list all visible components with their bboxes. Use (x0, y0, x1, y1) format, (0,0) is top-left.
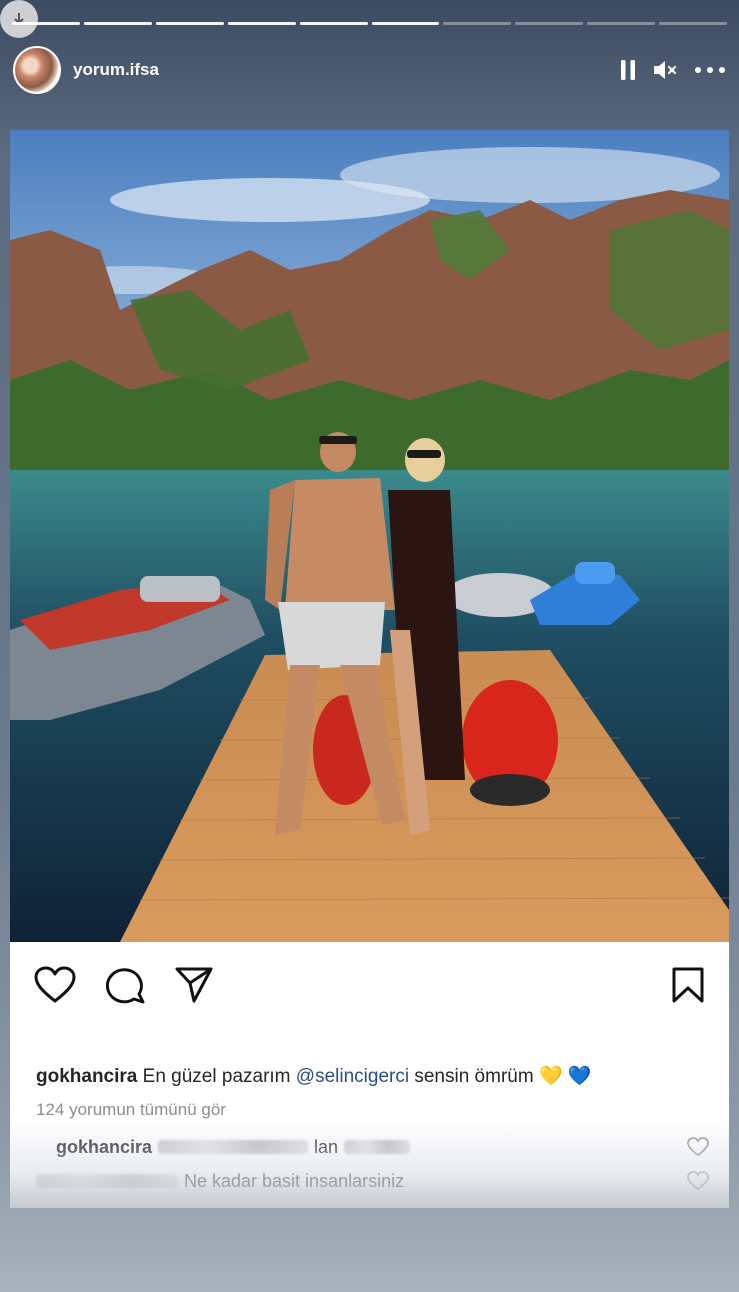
redacted-text (158, 1140, 309, 1154)
story-progress-segment (371, 22, 440, 25)
post-photo (10, 130, 729, 942)
caption-text-2: sensin ömrüm (409, 1066, 539, 1087)
story-progress-segment (443, 22, 512, 25)
caption-mention[interactable]: @selincigerci (296, 1066, 409, 1087)
pause-button[interactable] (620, 56, 636, 84)
comment-like-icon[interactable] (687, 1137, 709, 1157)
comment-text: lan (314, 1136, 339, 1157)
back-button[interactable] (0, 0, 38, 38)
more-button[interactable] (694, 56, 726, 84)
mute-button[interactable] (652, 56, 678, 84)
share-button[interactable] (174, 966, 214, 1009)
caption-username[interactable]: gokhancira (36, 1066, 137, 1087)
story-progress (12, 22, 728, 26)
view-all-comments-link[interactable]: 124 yorumun tümünü gör (36, 1100, 226, 1120)
comment-row: Ne kadar basit insanlarsiniz (36, 1168, 709, 1194)
more-icon (695, 67, 725, 73)
story-username[interactable]: yorum.ifsa (73, 60, 159, 80)
story-progress-segment (227, 22, 296, 25)
story-progress-segment (659, 22, 728, 25)
avatar[interactable] (13, 46, 61, 94)
comment-like-icon[interactable] (687, 1171, 709, 1191)
redacted-text (344, 1140, 411, 1154)
caption-text: En güzel pazarım (137, 1066, 296, 1087)
comment-icon (105, 968, 145, 1004)
share-icon (175, 967, 213, 1003)
story-progress-segment (587, 22, 656, 25)
bottom-fade (10, 1118, 729, 1208)
story-progress-segment (515, 22, 584, 25)
story-progress-segment (12, 22, 80, 25)
post-card: gokhancira En güzel pazarım @selincigerc… (10, 130, 729, 1208)
pause-icon (621, 60, 635, 80)
story-progress-segment (155, 22, 224, 25)
comment-text: Ne kadar basit insanlarsiniz (184, 1170, 405, 1191)
like-icon (34, 966, 76, 1003)
mute-icon (654, 61, 677, 79)
like-button[interactable] (34, 966, 76, 1009)
redacted-username (36, 1174, 178, 1188)
caption-emoji: 💛 💙 (538, 1066, 592, 1087)
comment-row: gokhancira lan (36, 1134, 709, 1160)
bookmark-button[interactable] (671, 966, 705, 1009)
story-progress-segment (83, 22, 152, 25)
story-header: yorum.ifsa (13, 44, 726, 96)
story-progress-segment (299, 22, 368, 25)
bookmark-icon (672, 967, 704, 1003)
post-caption: gokhancira En güzel pazarım @selincigerc… (36, 1064, 709, 1088)
comment-username[interactable]: gokhancira (56, 1137, 152, 1158)
comment-button[interactable] (105, 966, 146, 1009)
post-actions (34, 966, 705, 1006)
